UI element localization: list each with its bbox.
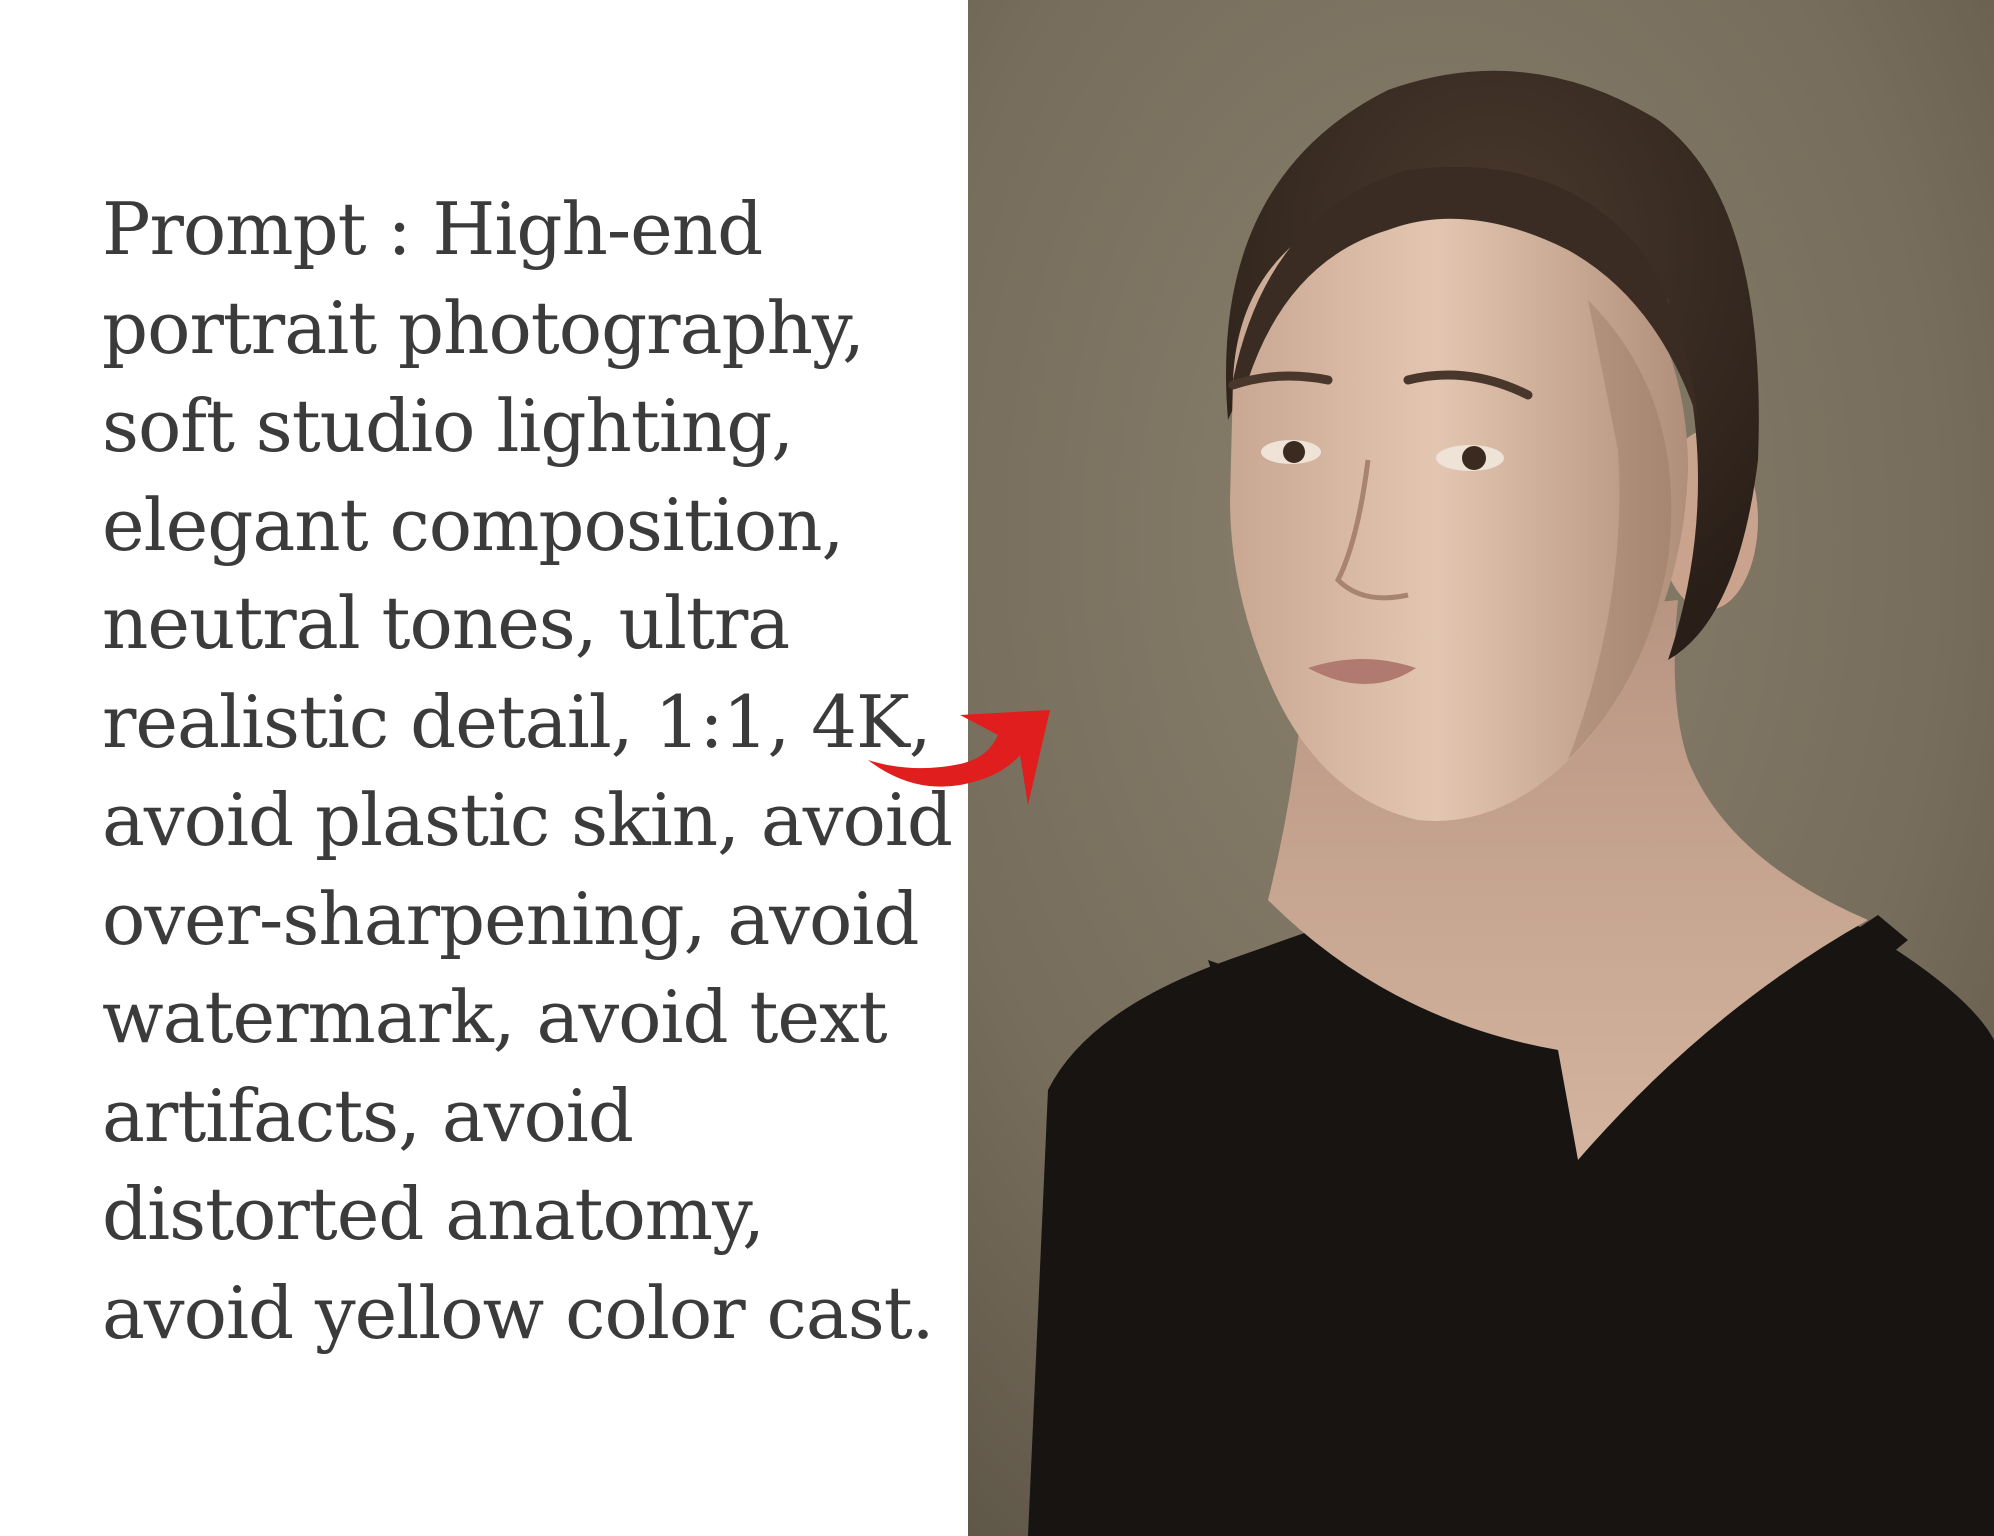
prompt-line: avoid plastic skin, avoid bbox=[102, 778, 953, 862]
prompt-line: neutral tones, ultra bbox=[102, 581, 790, 665]
portrait-illustration bbox=[968, 0, 1994, 1536]
prompt-text: Prompt : High-end portrait photography, … bbox=[102, 180, 953, 1362]
prompt-line: Prompt : High-end bbox=[102, 187, 763, 271]
prompt-line: elegant composition, bbox=[102, 482, 844, 567]
prompt-line: realistic detail, 1:1, 4K, bbox=[102, 679, 932, 764]
prompt-panel: Prompt : High-end portrait photography, … bbox=[0, 0, 968, 1536]
prompt-line: portrait photography, bbox=[102, 285, 865, 370]
slide-canvas: Prompt : High-end portrait photography, … bbox=[0, 0, 1994, 1536]
prompt-line: distorted anatomy, bbox=[102, 1172, 765, 1256]
prompt-line: artifacts, avoid bbox=[102, 1073, 634, 1158]
prompt-line: watermark, avoid text bbox=[102, 975, 888, 1059]
prompt-line: soft studio lighting, bbox=[102, 384, 794, 468]
prompt-line: avoid yellow color cast. bbox=[102, 1270, 935, 1355]
curved-arrow-right-icon bbox=[868, 710, 1050, 805]
prompt-line: over-sharpening, avoid bbox=[102, 876, 919, 961]
portrait-photo bbox=[968, 0, 1994, 1536]
